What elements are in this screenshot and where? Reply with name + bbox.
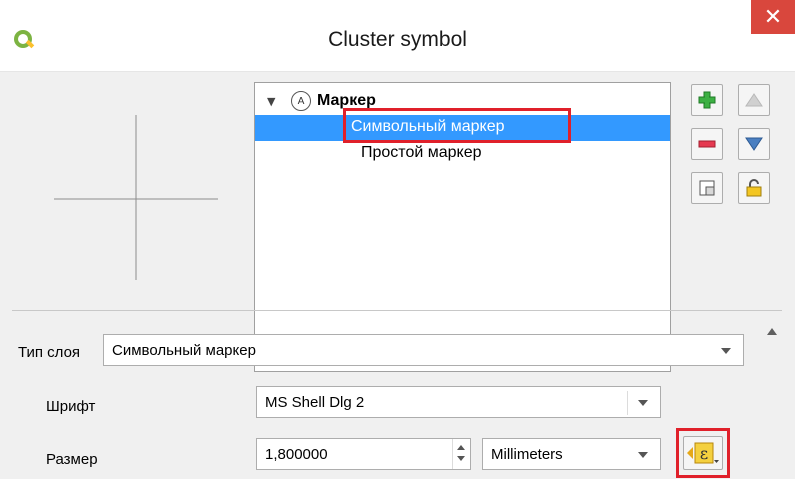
scroll-up-icon[interactable]	[767, 328, 777, 335]
font-label: Шрифт	[46, 398, 96, 415]
close-icon: ✕	[763, 4, 783, 30]
move-up-button[interactable]	[738, 84, 770, 116]
add-layer-icon	[698, 91, 716, 109]
close-button[interactable]: ✕	[751, 0, 795, 34]
lock-icon	[746, 179, 762, 197]
size-value: 1,800000	[265, 446, 328, 463]
spin-up-icon[interactable]	[457, 445, 465, 450]
scrollbar[interactable]	[762, 322, 782, 479]
lock-layer-button[interactable]	[738, 172, 770, 204]
expression-epsilon-icon: ε	[687, 442, 719, 464]
size-label: Размер	[46, 451, 98, 468]
add-layer-button[interactable]	[691, 84, 723, 116]
remove-layer-icon	[698, 140, 716, 148]
move-down-button[interactable]	[738, 128, 770, 160]
tree-item-font-marker[interactable]: Символьный маркер	[255, 115, 670, 141]
dialog-body: ▼ A Маркер Символьный маркер Простой мар…	[0, 72, 795, 479]
tree-item-root[interactable]: ▼ A Маркер	[255, 89, 670, 115]
font-select[interactable]: MS Shell Dlg 2	[256, 386, 661, 418]
remove-layer-button[interactable]	[691, 128, 723, 160]
size-spinbox[interactable]: 1,800000	[256, 438, 471, 470]
move-down-icon	[745, 137, 763, 151]
unit-value: Millimeters	[491, 446, 563, 463]
move-up-icon	[745, 93, 763, 107]
combo-separator	[627, 391, 628, 415]
svg-text:ε: ε	[700, 444, 708, 463]
layer-type-select[interactable]: Символьный маркер	[103, 334, 744, 366]
chevron-down-icon	[721, 348, 731, 354]
chevron-down-icon	[638, 452, 648, 458]
font-value: MS Shell Dlg 2	[265, 394, 365, 411]
unit-select[interactable]: Millimeters	[482, 438, 661, 470]
tree-item-simple-marker[interactable]: Простой маркер	[255, 141, 670, 167]
symbol-preview	[54, 115, 218, 280]
tree-item-label: Простой маркер	[361, 144, 482, 161]
layer-type-value: Символьный маркер	[112, 342, 256, 359]
duplicate-layer-button[interactable]	[691, 172, 723, 204]
title-bar: Cluster symbol ✕	[0, 0, 795, 72]
data-defined-override-button[interactable]: ε	[683, 436, 723, 470]
chevron-down-icon	[638, 400, 648, 406]
symbol-layer-tree[interactable]: ▼ A Маркер Символьный маркер Простой мар…	[254, 82, 671, 372]
duplicate-layer-icon	[699, 180, 715, 196]
layer-type-label: Тип слоя	[18, 344, 81, 361]
spin-down-icon[interactable]	[457, 456, 465, 461]
section-divider	[12, 310, 782, 311]
tree-item-label: Символьный маркер	[351, 118, 505, 135]
spin-buttons[interactable]	[452, 439, 470, 469]
tree-root-label: Маркер	[317, 92, 376, 109]
window-title: Cluster symbol	[328, 28, 467, 51]
marker-badge-icon: A	[291, 91, 311, 111]
expand-arrow-icon[interactable]: ▼	[267, 95, 275, 108]
